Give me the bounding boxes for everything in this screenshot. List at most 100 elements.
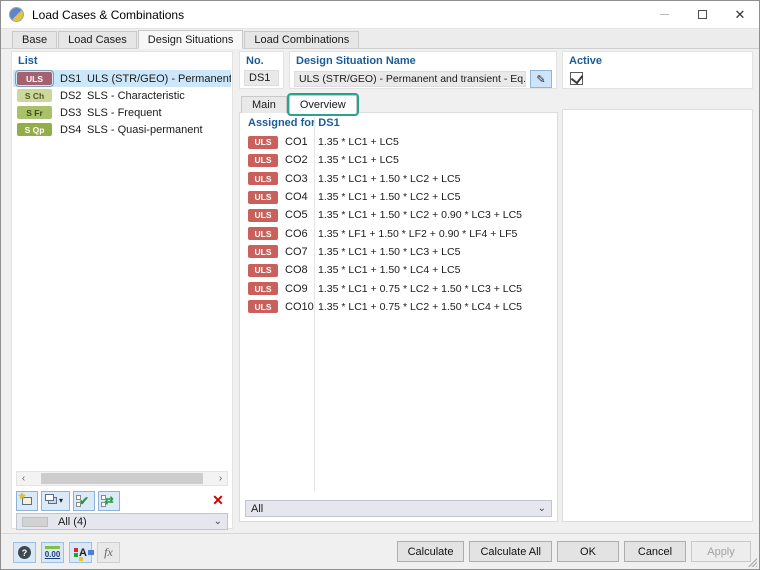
edit-pencil-icon: ✎: [536, 73, 545, 86]
footer-separator: [1, 533, 759, 534]
design-type-badge: S Qp: [17, 123, 52, 136]
new-item-button[interactable]: ★: [16, 491, 38, 511]
edit-name-button[interactable]: ✎: [530, 70, 552, 88]
titlebar[interactable]: Load Cases & Combinations ✕: [1, 1, 759, 29]
copy-item-button[interactable]: ▾: [41, 491, 70, 511]
combination-id: CO10: [285, 301, 318, 313]
overview-filter-value: All: [251, 503, 263, 515]
design-situation-id: DS3: [60, 107, 87, 119]
dialog-button[interactable]: Apply: [691, 541, 751, 562]
horizontal-scrollbar[interactable]: ‹ ›: [16, 471, 228, 486]
uls-badge: ULS: [248, 227, 278, 240]
combination-id: CO5: [285, 209, 318, 221]
close-icon: ✕: [735, 7, 746, 23]
maximize-button[interactable]: [683, 1, 721, 28]
display-settings-button[interactable]: A: [69, 542, 92, 563]
combination-id: CO7: [285, 246, 318, 258]
number-field: DS1: [244, 70, 279, 86]
combination-formula: 1.35 * LC1 + 1.50 * LC2 + 0.90 * LC3 + L…: [318, 209, 522, 221]
main-tab[interactable]: Load Cases: [58, 31, 137, 48]
combination-formula: 1.35 * LC1 + 1.50 * LC2 + LC5: [318, 173, 460, 185]
combination-list: ULS CO1 1.35 * LC1 + LC5 ULS CO2 1.35 * …: [241, 133, 556, 316]
uls-badge: ULS: [248, 191, 278, 204]
uls-badge: ULS: [248, 264, 278, 277]
checkboxes-icon: [76, 495, 81, 500]
select-all-button[interactable]: ✔: [73, 491, 95, 511]
main-tab-strip: BaseLoad CasesDesign SituationsLoad Comb…: [1, 30, 759, 49]
copy-icon: [45, 494, 54, 501]
design-situation-name: ULS (STR/GEO) - Permanent and transient …: [87, 73, 231, 85]
combination-id: CO1: [285, 136, 318, 148]
design-situation-name-label: Design Situation Name: [290, 52, 556, 69]
list-filter-dropdown[interactable]: All (4) ⌄: [16, 513, 228, 530]
design-situation-item[interactable]: S Qp DS4 SLS - Quasi-permanent: [13, 121, 231, 138]
sub-tab[interactable]: Main: [241, 96, 287, 113]
scroll-left-icon[interactable]: ‹: [17, 473, 30, 485]
number-box: No. DS1: [239, 51, 284, 89]
design-type-badge: S Ch: [17, 89, 52, 102]
combination-row[interactable]: ULS CO9 1.35 * LC1 + 0.75 * LC2 + 1.50 *…: [241, 279, 556, 297]
chevron-down-icon: ⌄: [214, 517, 222, 527]
combination-id: CO4: [285, 191, 318, 203]
delete-icon: ✕: [212, 492, 224, 509]
combination-row[interactable]: ULS CO1 1.35 * LC1 + LC5: [241, 133, 556, 151]
minimize-button: [645, 1, 683, 28]
combination-id: CO8: [285, 264, 318, 276]
design-situation-name-box: Design Situation Name ULS (STR/GEO) - Pe…: [289, 51, 557, 89]
minimize-icon: [660, 14, 669, 15]
dialog-button[interactable]: Cancel: [624, 541, 686, 562]
new-star-icon: ★: [18, 491, 26, 502]
formula-icon: fx: [104, 545, 113, 560]
design-situation-item[interactable]: ULS DS1 ULS (STR/GEO) - Permanent and tr…: [13, 70, 231, 87]
combination-row[interactable]: ULS CO8 1.35 * LC1 + 1.50 * LC4 + LC5: [241, 261, 556, 279]
function-button[interactable]: fx: [97, 542, 120, 563]
overview-filter-dropdown[interactable]: All ⌄: [245, 500, 552, 517]
units-decimals-button[interactable]: 0.00: [41, 542, 64, 563]
decimal-places-icon: 0.00: [45, 546, 61, 559]
dialog-button[interactable]: Calculate: [397, 541, 465, 562]
dialog-button[interactable]: Calculate All: [469, 541, 552, 562]
combination-row[interactable]: ULS CO6 1.35 * LF1 + 1.50 * LF2 + 0.90 *…: [241, 224, 556, 242]
combination-formula: 1.35 * LC1 + 0.75 * LC2 + 1.50 * LC4 + L…: [318, 301, 522, 313]
main-tab[interactable]: Base: [12, 31, 57, 48]
close-button[interactable]: ✕: [721, 1, 759, 28]
scrollbar-track[interactable]: [30, 472, 214, 485]
maximize-icon: [698, 10, 707, 19]
help-button[interactable]: ?: [13, 542, 36, 563]
combination-id: CO2: [285, 154, 318, 166]
help-icon: ?: [18, 546, 31, 559]
dialog-button[interactable]: OK: [557, 541, 619, 562]
combination-row[interactable]: ULS CO4 1.35 * LC1 + 1.50 * LC2 + LC5: [241, 188, 556, 206]
sub-tab[interactable]: Overview: [289, 95, 357, 114]
main-tab[interactable]: Design Situations: [138, 30, 244, 49]
uls-badge: ULS: [248, 209, 278, 222]
scrollbar-thumb[interactable]: [41, 473, 203, 484]
combination-row[interactable]: ULS CO2 1.35 * LC1 + LC5: [241, 151, 556, 169]
active-checkbox[interactable]: [570, 72, 583, 85]
active-label: Active: [563, 52, 752, 69]
assigned-header: Assigned for DS1: [240, 113, 557, 130]
combination-row[interactable]: ULS CO7 1.35 * LC1 + 1.50 * LC3 + LC5: [241, 243, 556, 261]
renumber-button[interactable]: ⇄: [98, 491, 120, 511]
main-tab[interactable]: Load Combinations: [244, 31, 359, 48]
design-situation-list: ULS DS1 ULS (STR/GEO) - Permanent and tr…: [13, 70, 231, 138]
design-situation-item[interactable]: S Fr DS3 SLS - Frequent: [13, 104, 231, 121]
uls-badge: ULS: [248, 300, 278, 313]
color-swatch: [22, 517, 48, 527]
combination-row[interactable]: ULS CO3 1.35 * LC1 + 1.50 * LC2 + LC5: [241, 170, 556, 188]
combination-formula: 1.35 * LC1 + 1.50 * LC4 + LC5: [318, 264, 460, 276]
combination-row[interactable]: ULS CO5 1.35 * LC1 + 1.50 * LC2 + 0.90 *…: [241, 206, 556, 224]
combination-id: CO9: [285, 283, 318, 295]
design-situation-name-field: ULS (STR/GEO) - Permanent and transient …: [294, 71, 526, 87]
active-box: Active: [562, 51, 753, 89]
combination-id: CO3: [285, 173, 318, 185]
resize-grip[interactable]: [746, 556, 757, 567]
design-situation-name: SLS - Frequent: [87, 107, 231, 119]
scroll-right-icon[interactable]: ›: [214, 473, 227, 485]
combination-formula: 1.35 * LC1 + LC5: [318, 136, 399, 148]
combination-id: CO6: [285, 228, 318, 240]
combination-row[interactable]: ULS CO10 1.35 * LC1 + 0.75 * LC2 + 1.50 …: [241, 298, 556, 316]
delete-button[interactable]: ✕: [208, 491, 228, 511]
display-colors-icon: A: [74, 547, 87, 559]
design-situation-item[interactable]: S Ch DS2 SLS - Characteristic: [13, 87, 231, 104]
